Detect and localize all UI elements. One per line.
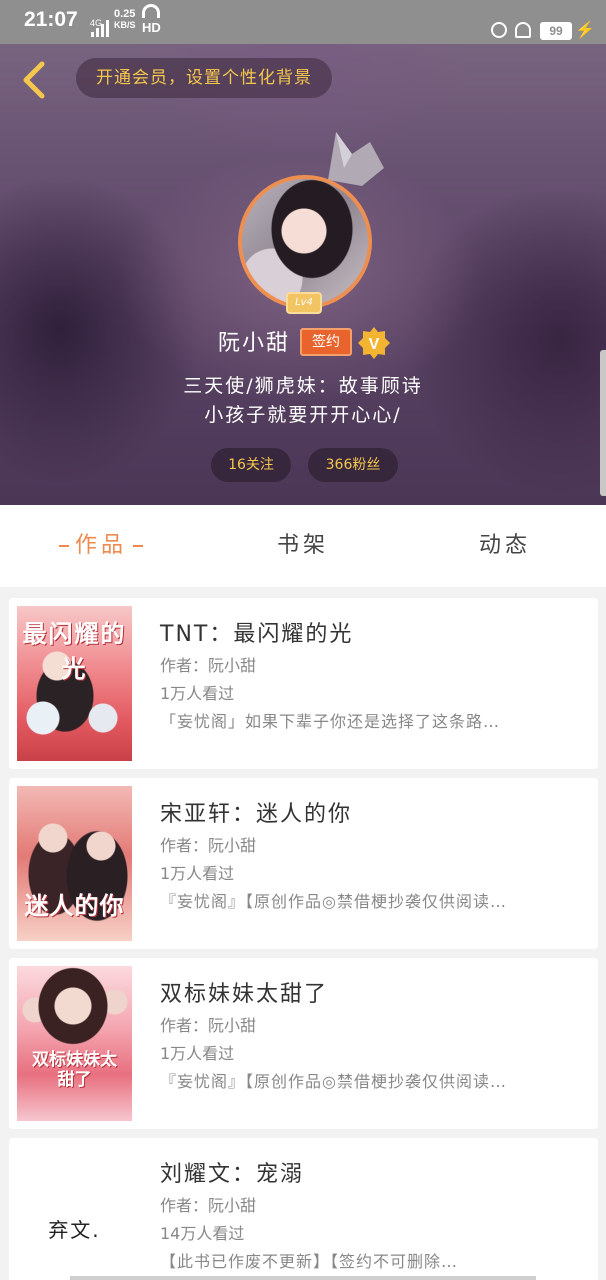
signed-badge: 签约	[300, 328, 352, 356]
alarm-icon	[491, 22, 507, 38]
wifi-icon	[142, 4, 160, 18]
book-author: 作者：阮小甜	[160, 656, 257, 675]
cover-title: 弃文.	[48, 1218, 101, 1242]
book-description: 「妄忧阁」如果下辈子你还是选择了这条路…	[160, 712, 501, 731]
book-read-count: 1万人看过	[160, 1044, 235, 1063]
vip-background-banner[interactable]: 开通会员，设置个性化背景	[76, 58, 332, 98]
username: 阮小甜	[218, 331, 291, 356]
headphones-icon	[515, 22, 531, 38]
book-card[interactable]: 双标妹妹太甜了 双标妹妹太甜了 作者：阮小甜 1万人看过 『妄忧阁』【原创作品◎…	[9, 958, 598, 1129]
book-cover: 迷人的你	[17, 786, 132, 941]
book-title: 宋亚轩：迷人的你	[160, 802, 353, 827]
book-card[interactable]: 迷人的你 宋亚轩：迷人的你 作者：阮小甜 1万人看过 『妄忧阁』【原创作品◎禁借…	[9, 778, 598, 949]
tab-activity-label: 动态	[478, 533, 531, 558]
bio-line-2: 小孩子就要开开心心/	[204, 404, 402, 426]
cover-title: 最闪耀的光	[22, 620, 127, 683]
following-count[interactable]: 16关注	[211, 448, 291, 482]
book-description: 『妄忧阁』【原创作品◎禁借梗抄袭仅供阅读…	[160, 1072, 507, 1091]
book-read-count: 14万人看过	[160, 1224, 245, 1243]
tab-bookshelf-label: 书架	[276, 533, 329, 558]
signal-icon	[91, 19, 109, 37]
tab-active-dash-right	[133, 545, 143, 547]
profile-header: 21:07 4G 0.25 KB/S HD 99 ⚡ 开通会员，设置个性化背景 …	[0, 0, 606, 505]
battery-icon: 99	[540, 22, 572, 40]
book-card[interactable]: 最闪耀的光 TNT：最闪耀的光 作者：阮小甜 1万人看过 「妄忧阁」如果下辈子你…	[9, 598, 598, 769]
bottom-divider	[70, 1276, 536, 1280]
book-author: 作者：阮小甜	[160, 1016, 257, 1035]
book-author: 作者：阮小甜	[160, 836, 257, 855]
speed-value: 0.25	[114, 8, 136, 20]
charging-icon: ⚡	[575, 22, 595, 39]
verified-label: V	[369, 336, 380, 353]
profile-tabs: 作品 书架 动态	[0, 505, 606, 587]
speed-unit: KB/S	[114, 20, 136, 30]
network-speed: 0.25 KB/S	[114, 9, 136, 31]
cover-title: 双标妹妹太甜了	[32, 1050, 117, 1090]
book-title: TNT：最闪耀的光	[160, 622, 354, 647]
book-cover: 双标妹妹太甜了	[17, 966, 132, 1121]
book-title: 刘耀文：宠溺	[160, 1162, 305, 1187]
status-bar: 21:07 4G 0.25 KB/S HD 99 ⚡	[0, 0, 606, 44]
bio-line-1: 三天使/狮虎妹：故事顾诗	[183, 375, 423, 397]
book-read-count: 1万人看过	[160, 864, 235, 883]
user-bio: 三天使/狮虎妹：故事顾诗 小孩子就要开开心心/	[0, 372, 606, 430]
status-time: 21:07	[24, 8, 78, 31]
book-description: 『妄忧阁』【原创作品◎禁借梗抄袭仅供阅读…	[160, 892, 507, 911]
tab-works-label: 作品	[74, 533, 127, 558]
hd-indicator: HD	[142, 20, 161, 35]
tab-activity[interactable]: 动态	[404, 505, 606, 587]
book-cover: 弃文.	[17, 1146, 132, 1280]
book-author: 作者：阮小甜	[160, 1196, 257, 1215]
book-cover: 最闪耀的光	[17, 606, 132, 761]
back-arrow-icon[interactable]	[18, 60, 54, 100]
scrollbar	[600, 350, 606, 496]
tab-bookshelf[interactable]: 书架	[202, 505, 404, 587]
book-read-count: 1万人看过	[160, 684, 235, 703]
book-description: 【此书已作废不更新】【签约不可删除…	[160, 1252, 459, 1271]
tab-works[interactable]: 作品	[0, 505, 202, 587]
verified-v-icon: V	[358, 327, 390, 359]
book-card[interactable]: 弃文. 刘耀文：宠溺 作者：阮小甜 14万人看过 【此书已作废不更新】【签约不可…	[9, 1138, 598, 1280]
tab-active-dash-left	[58, 545, 69, 547]
fans-count[interactable]: 366粉丝	[308, 448, 398, 482]
cover-title: 迷人的你	[24, 892, 125, 920]
book-title: 双标妹妹太甜了	[160, 982, 329, 1007]
level-badge: Lv4	[286, 292, 322, 314]
user-avatar[interactable]	[238, 175, 372, 309]
